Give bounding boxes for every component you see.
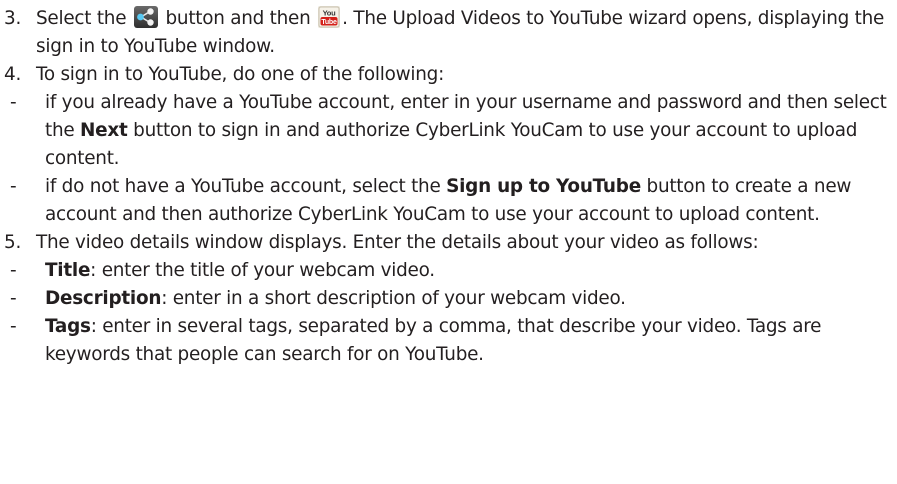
item-bold-text: Next — [80, 120, 128, 141]
item-bold-text: Sign up to YouTube — [446, 176, 641, 197]
dash: - — [10, 92, 17, 113]
item-text: : enter in several tags, separated by a … — [45, 316, 822, 365]
list-item: - Description: enter in a short descript… — [0, 285, 887, 313]
dash: - — [10, 316, 17, 337]
dash: - — [10, 288, 17, 309]
step-text: . The Upload Videos to YouTube wizard op… — [36, 8, 885, 57]
share-icon — [133, 6, 158, 28]
step-3: 3. Select the button and then You Tube .… — [0, 5, 887, 61]
item-bold-text: Tags — [45, 316, 91, 337]
list-item: - if do not have a YouTube account, sele… — [0, 173, 887, 229]
dash: - — [10, 260, 17, 281]
step-text: The video details window displays. Enter… — [36, 232, 759, 253]
document-page: 3. Select the button and then You Tube .… — [0, 0, 897, 484]
item-bold-text: Title — [45, 260, 91, 281]
list-item: - Tags: enter in several tags, separated… — [0, 313, 887, 369]
step-text: Select the — [36, 8, 127, 29]
list-item: - if you already have a YouTube account,… — [0, 89, 887, 173]
step-number: 4. — [4, 64, 22, 85]
step-number: 3. — [4, 8, 22, 29]
item-text: : enter in a short description of your w… — [161, 288, 626, 309]
dash: - — [10, 176, 17, 197]
item-text: if do not have a YouTube account, select… — [45, 176, 447, 197]
step-number: 5. — [4, 232, 22, 253]
step-text: To sign in to YouTube, do one of the fol… — [36, 64, 445, 85]
svg-text:You: You — [323, 9, 337, 18]
step-4: 4. To sign in to YouTube, do one of the … — [0, 61, 887, 89]
list-item: - Title: enter the title of your webcam … — [0, 257, 887, 285]
youtube-icon: You Tube — [318, 6, 341, 28]
step-text: button and then — [165, 8, 311, 29]
item-text: button to sign in and authorize CyberLin… — [45, 120, 858, 169]
item-bold-text: Description — [45, 288, 162, 309]
svg-text:Tube: Tube — [322, 19, 338, 26]
step-5: 5. The video details window displays. En… — [0, 229, 887, 257]
item-text: : enter the title of your webcam video. — [90, 260, 435, 281]
